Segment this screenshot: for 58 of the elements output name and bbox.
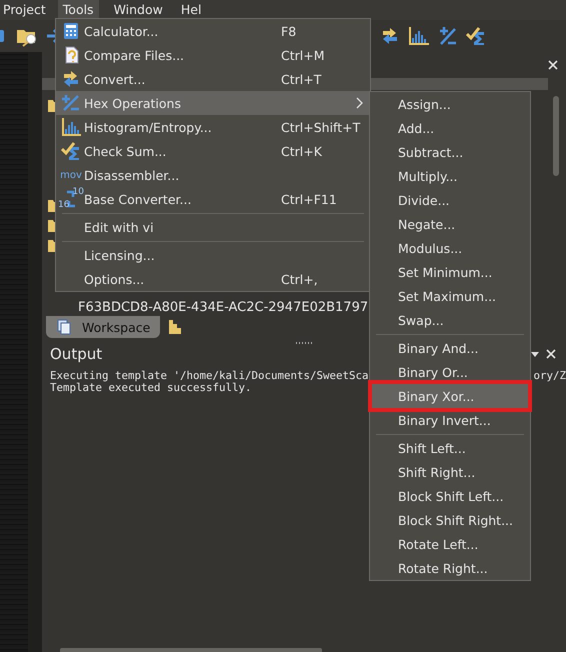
menu-item[interactable]: Edit with vi <box>58 215 368 239</box>
menu-item[interactable]: Rotate Right... <box>372 556 528 580</box>
menu-item[interactable]: Multiply... <box>372 164 528 188</box>
close-icon[interactable] <box>548 60 558 70</box>
menu-item[interactable]: Set Maximum... <box>372 284 528 308</box>
menu-item[interactable]: Licensing... <box>58 243 368 267</box>
menu-bar-item[interactable]: Window <box>108 0 168 20</box>
menu-item[interactable]: Convert... Ctrl+T <box>58 67 368 91</box>
dropdown-icon[interactable] <box>530 350 540 358</box>
scrollbar[interactable] <box>60 648 322 652</box>
checksum-icon <box>61 142 81 160</box>
menu-bar-item[interactable]: Project <box>0 0 51 20</box>
plus-minus-icon <box>61 94 81 112</box>
menu-item[interactable]: Block Shift Left... <box>372 484 528 508</box>
menu-item[interactable]: Options... Ctrl+, <box>58 267 368 291</box>
menu-item[interactable]: Shift Left... <box>372 436 528 460</box>
close-icon[interactable] <box>546 349 556 359</box>
menu-item[interactable]: Hex Operations <box>56 91 370 115</box>
output-line: Executing template '/home/kali/Documents/SweetSca <box>50 370 369 382</box>
menu-item[interactable]: 10 16 Base Converter... Ctrl+F11 <box>58 187 368 211</box>
menu-item[interactable]: Binary And... <box>372 336 528 360</box>
menu-bar-item[interactable]: Tools <box>58 0 99 20</box>
menu-item[interactable]: Compare Files... Ctrl+M <box>58 43 368 67</box>
workspace-tab[interactable]: Workspace <box>46 316 160 338</box>
question-file-icon <box>63 46 79 64</box>
menu-item[interactable]: Binary Invert... <box>372 408 528 432</box>
menu-item[interactable]: Calculator... F8 <box>58 19 368 43</box>
panel-title: Output <box>50 345 102 363</box>
menu-item[interactable]: Binary Xor... <box>372 384 528 408</box>
mov-icon: mov <box>60 170 82 180</box>
menu-item[interactable]: Block Shift Right... <box>372 508 528 532</box>
menu-item[interactable]: Shift Right... <box>372 460 528 484</box>
menu-item[interactable]: Add... <box>372 116 528 140</box>
menu-item[interactable]: Negate... <box>372 212 528 236</box>
convert-icon <box>61 70 81 88</box>
checksum-icon[interactable] <box>466 26 486 46</box>
menu-item[interactable]: mov Disassembler... <box>58 163 368 187</box>
menu-item[interactable]: Divide... <box>372 188 528 212</box>
output-line: Template executed successfully. <box>50 382 252 394</box>
menu-item[interactable]: Swap... <box>372 308 528 332</box>
histogram-icon <box>61 118 81 136</box>
menu-item[interactable]: Check Sum... Ctrl+K <box>58 139 368 163</box>
menu-bar-item[interactable]: Hel <box>176 0 206 20</box>
menu-item[interactable]: Rotate Left... <box>372 532 528 556</box>
guid-text: F63BDCD8-A80E-434E-AC2C-2947E02B1797 <box>77 300 370 315</box>
menu-item[interactable]: Subtract... <box>372 140 528 164</box>
menu-item[interactable]: Modulus... <box>372 236 528 260</box>
menu-item[interactable]: Assign... <box>372 92 528 116</box>
convert-icon[interactable] <box>380 26 400 46</box>
plus-minus-icon[interactable] <box>438 26 458 46</box>
scrollbar[interactable] <box>553 96 559 176</box>
calculator-icon <box>63 22 79 40</box>
menu-item[interactable]: Binary Or... <box>372 360 528 384</box>
output-line: ory/Z <box>533 370 566 382</box>
menu-item[interactable]: Set Minimum... <box>372 260 528 284</box>
histogram-icon[interactable] <box>408 26 430 46</box>
menu-item[interactable]: Histogram/Entropy... Ctrl+Shift+T <box>58 115 368 139</box>
documents-icon <box>56 319 72 335</box>
